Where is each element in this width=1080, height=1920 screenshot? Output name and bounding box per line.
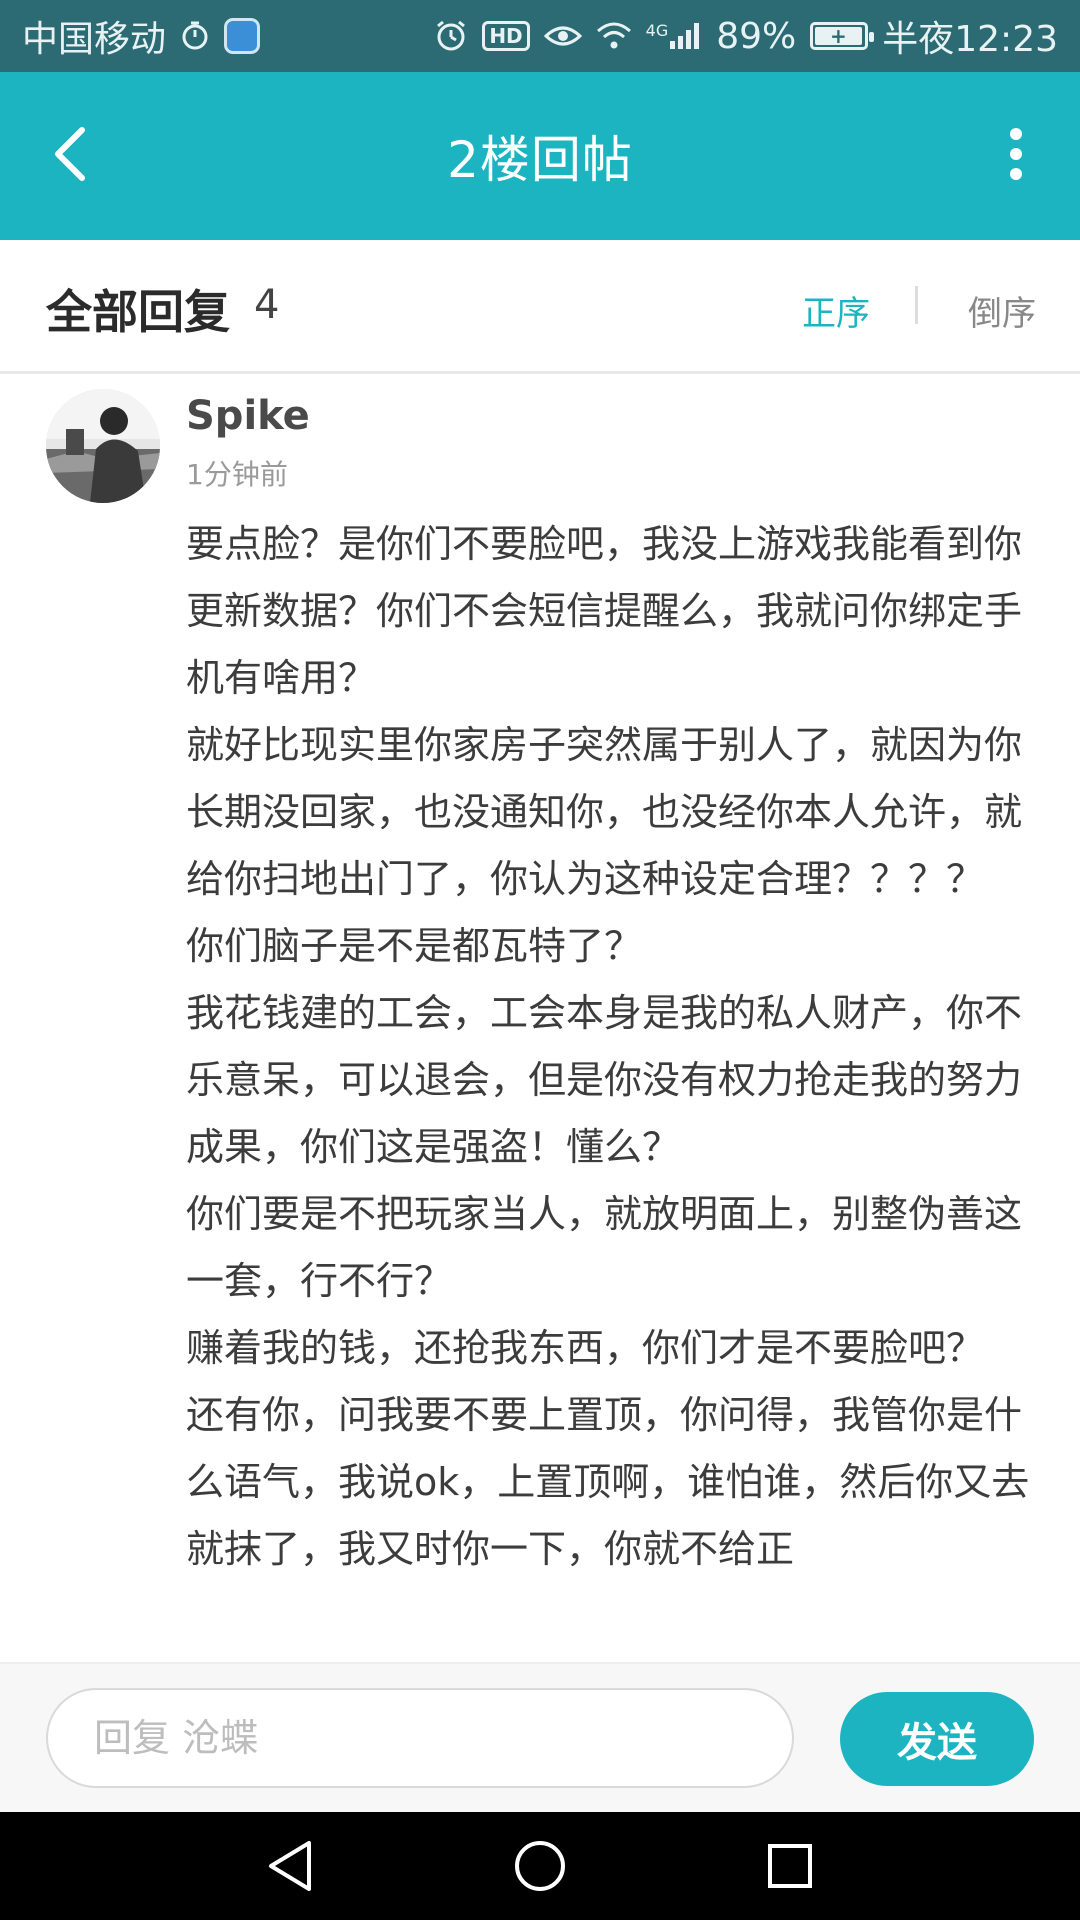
battery-icon: + (810, 22, 875, 50)
reply-paragraph: 你们要是不把玩家当人，就放明面上，别整伪善这一套，行不行？ (186, 1192, 1023, 1303)
reply-paragraph: 我花钱建的工会，工会本身是我的私人财产，你不乐意呆，可以退会，但是你没有权力抢走… (186, 991, 1023, 1169)
carrier-label: 中国移动 (22, 19, 167, 60)
app-notification-icon (224, 18, 261, 54)
reply-input[interactable] (46, 1688, 794, 1788)
reply-item: Spike 1分钟前 要点脸？是你们不要脸吧，我没上游戏我能看到你更新数据？你们… (0, 377, 1080, 1662)
status-right: HD 4G 89% + 半夜12:23 (434, 10, 1058, 62)
replies-title: 全部回复 (46, 285, 230, 339)
back-button[interactable] (38, 122, 102, 186)
chevron-left-icon (55, 127, 85, 181)
alarm-icon (434, 19, 468, 53)
nav-back-button[interactable] (260, 1836, 320, 1896)
square-recents-icon (768, 1844, 812, 1888)
timer-icon (180, 21, 210, 51)
clock-time: 半夜12:23 (882, 19, 1058, 60)
reply-time: 1分钟前 (186, 458, 288, 491)
signal-icon: 4G (646, 21, 703, 51)
status-left: 中国移动 (22, 10, 261, 62)
hd-icon: HD (482, 21, 530, 51)
triangle-back-icon (269, 1841, 311, 1891)
reply-composer: 发送 (0, 1662, 1080, 1812)
reply-paragraph: 要点脸？是你们不要脸吧，我没上游戏我能看到你更新数据？你们不会短信提醒么，我就问… (186, 522, 1023, 700)
page-title: 2楼回帖 (447, 131, 633, 189)
send-button[interactable]: 发送 (840, 1692, 1034, 1786)
battery-percent: 89% (716, 15, 797, 57)
eye-icon (543, 22, 582, 50)
status-bar: 中国移动 HD 4G 89% + 半夜12:23 (0, 0, 1080, 72)
sort-ascending-button[interactable]: 正序 (802, 286, 870, 335)
avatar[interactable] (46, 389, 160, 503)
app-header: 2楼回帖 (0, 72, 1080, 240)
sort-divider (915, 286, 918, 324)
battery-fill: + (815, 26, 862, 46)
wifi-icon (596, 21, 632, 51)
system-nav-bar (0, 1812, 1080, 1920)
reply-author[interactable]: Spike (186, 393, 310, 439)
replies-count: 4 (254, 282, 280, 328)
network-label: 4G (645, 21, 669, 40)
sort-descending-button[interactable]: 倒序 (968, 286, 1036, 335)
reply-paragraph: 还有你，问我要不要上置顶，你问得，我管你是什么语气，我说ok，上置顶啊，谁怕谁，… (186, 1393, 1030, 1571)
more-vertical-icon (1010, 128, 1022, 180)
avatar-image (46, 389, 160, 503)
more-options-button[interactable] (996, 122, 1036, 186)
nav-recents-button[interactable] (760, 1836, 820, 1896)
reply-content: 要点脸？是你们不要脸吧，我没上游戏我能看到你更新数据？你们不会短信提醒么，我就问… (186, 511, 1046, 1583)
reply-paragraph: 你们脑子是不是都瓦特了？ (186, 924, 643, 968)
nav-home-button[interactable] (510, 1836, 570, 1896)
reply-paragraph: 赚着我的钱，还抢我东西，你们才是不要脸吧？ (186, 1326, 985, 1370)
replies-header: 全部回复 4 正序 倒序 (0, 240, 1080, 374)
reply-paragraph: 就好比现实里你家房子突然属于别人了，就因为你长期没回家，也没通知你，也没经你本人… (186, 723, 1023, 901)
circle-home-icon (515, 1841, 565, 1891)
